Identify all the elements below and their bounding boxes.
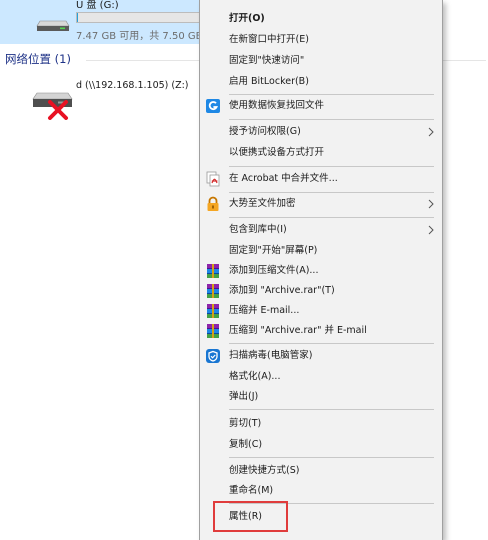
menu-item-label: 固定到"快速访问": [229, 55, 305, 66]
menu-item-label: 以便携式设备方式打开: [229, 147, 325, 158]
menu-item-grant-access[interactable]: 授予访问权限(G): [200, 121, 442, 143]
menu-item-label: 在 Acrobat 中合并文件...: [229, 173, 338, 184]
menu-item-copy[interactable]: 复制(C): [200, 434, 442, 456]
menu-item-add-to-archive-rar[interactable]: 添加到 "Archive.rar"(T): [200, 280, 442, 302]
menu-item-label: 扫描病毒(电脑管家): [229, 350, 313, 361]
menu-item-open-portable-device[interactable]: 以便携式设备方式打开: [200, 142, 442, 164]
menu-item-label: 使用数据恢复找回文件: [229, 100, 325, 111]
menu-item-format[interactable]: 格式化(A)...: [200, 366, 442, 388]
menu-item-pin-to-start[interactable]: 固定到"开始"屏幕(P): [200, 240, 442, 262]
network-drive-item[interactable]: d (\\192.168.1.105) (Z:): [28, 76, 208, 120]
winrar-icon: [207, 264, 219, 278]
menu-item-file-encryption[interactable]: 大势至文件加密: [200, 193, 442, 215]
menu-item-label: 启用 BitLocker(B): [229, 76, 309, 87]
menu-item-label: 重命名(M): [229, 485, 274, 496]
menu-item-label: 授予访问权限(G): [229, 126, 301, 137]
drive-g-capacity-fill: [77, 13, 78, 22]
menu-separator: [229, 119, 434, 120]
disconnected-network-drive-icon: [32, 92, 73, 120]
menu-item-label: 在新窗口中打开(E): [229, 34, 309, 45]
menu-item-label: 添加到压缩文件(A)...: [229, 265, 319, 276]
menu-item-create-shortcut[interactable]: 创建快捷方式(S): [200, 460, 442, 482]
menu-item-label: 格式化(A)...: [229, 371, 281, 382]
menu-item-virus-scan[interactable]: 扫描病毒(电脑管家): [200, 345, 442, 367]
winrar-icon: [207, 284, 219, 298]
drive-g-capacity-bar: [76, 12, 204, 23]
menu-item-pin-quick-access[interactable]: 固定到"快速访问": [200, 50, 442, 72]
menu-item-open[interactable]: 打开(O): [200, 8, 442, 30]
menu-item-add-to-archive[interactable]: 添加到压缩文件(A)...: [200, 260, 442, 282]
drive-g-name: U 盘 (G:): [76, 0, 119, 11]
menu-item-label: 创建快捷方式(S): [229, 465, 300, 476]
chevron-right-icon: [428, 225, 434, 235]
network-locations-header[interactable]: 网络位置 (1): [5, 51, 71, 67]
menu-separator: [229, 457, 434, 458]
winrar-icon: [207, 324, 219, 338]
menu-item-label: 大势至文件加密: [229, 198, 296, 209]
winrar-icon: [207, 304, 219, 318]
data-recovery-icon: [206, 99, 220, 113]
menu-item-label: 固定到"开始"屏幕(P): [229, 245, 318, 256]
menu-item-label: 压缩并 E-mail...: [229, 305, 300, 316]
menu-item-label: 剪切(T): [229, 418, 262, 429]
network-drive-name: d (\\192.168.1.105) (Z:): [76, 80, 189, 91]
menu-item-rename[interactable]: 重命名(M): [200, 480, 442, 502]
context-menu: 打开(O) 在新窗口中打开(E) 固定到"快速访问" 启用 BitLocker(…: [199, 0, 443, 540]
menu-item-label: 弹出(J): [229, 391, 259, 402]
menu-item-label: 包含到库中(I): [229, 224, 287, 235]
menu-separator: [229, 343, 434, 344]
properties-highlight-box: [213, 501, 288, 532]
menu-separator: [229, 409, 434, 410]
menu-item-compress-rar-and-email[interactable]: 压缩到 "Archive.rar" 并 E-mail: [200, 320, 442, 342]
menu-separator: [229, 166, 434, 167]
menu-item-include-in-library[interactable]: 包含到库中(I): [200, 219, 442, 241]
menu-item-label: 复制(C): [229, 439, 263, 450]
menu-item-label: 打开(O): [229, 13, 265, 24]
menu-item-compress-and-email[interactable]: 压缩并 E-mail...: [200, 300, 442, 322]
usb-drive-icon: [36, 20, 70, 31]
menu-item-eject[interactable]: 弹出(J): [200, 386, 442, 408]
menu-item-cut[interactable]: 剪切(T): [200, 413, 442, 435]
chevron-right-icon: [428, 127, 434, 137]
tencent-pc-manager-icon: [206, 349, 220, 363]
drive-g-capacity-text: 7.47 GB 可用，共 7.50 GB: [76, 31, 203, 42]
lock-icon: [207, 196, 219, 211]
menu-item-data-recovery[interactable]: 使用数据恢复找回文件: [200, 95, 442, 117]
menu-item-bitlocker[interactable]: 启用 BitLocker(B): [200, 71, 442, 93]
chevron-right-icon: [428, 199, 434, 209]
acrobat-icon: [206, 171, 220, 187]
drive-g-item[interactable]: U 盘 (G:) 7.47 GB 可用，共 7.50 GB: [0, 0, 210, 44]
menu-item-label: 压缩到 "Archive.rar" 并 E-mail: [229, 325, 367, 336]
menu-separator: [229, 217, 434, 218]
menu-item-acrobat-merge[interactable]: 在 Acrobat 中合并文件...: [200, 168, 442, 190]
menu-item-open-new-window[interactable]: 在新窗口中打开(E): [200, 29, 442, 51]
menu-item-label: 添加到 "Archive.rar"(T): [229, 285, 335, 296]
